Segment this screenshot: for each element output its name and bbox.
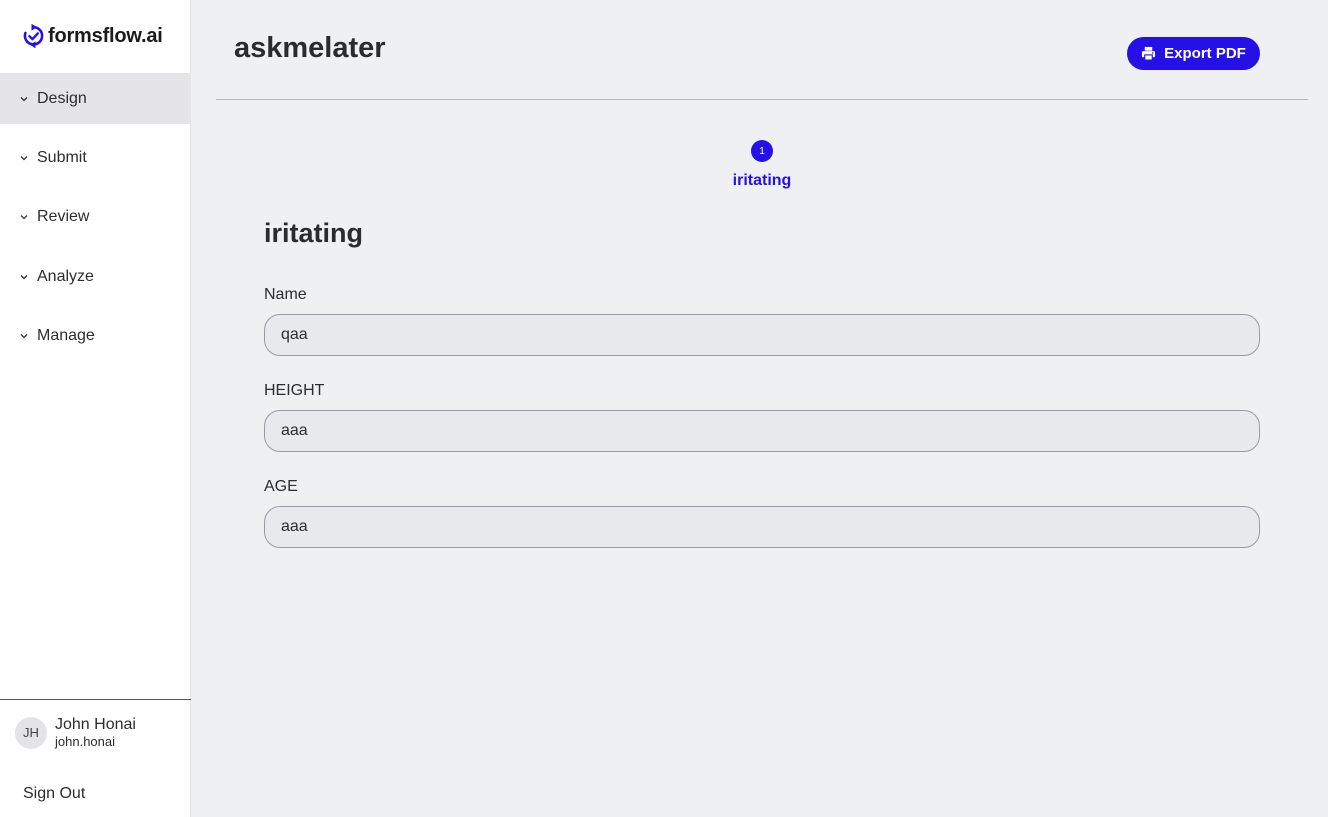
user-profile[interactable]: JH John Honai john.honai xyxy=(15,716,136,749)
age-field-label: AGE xyxy=(264,478,298,495)
user-info: John Honai john.honai xyxy=(55,716,136,749)
sidebar-item-submit[interactable]: Submit xyxy=(0,132,191,183)
chevron-down-icon xyxy=(20,273,28,281)
age-field[interactable]: aaa xyxy=(264,506,1260,548)
export-pdf-button[interactable]: Export PDF xyxy=(1127,37,1260,70)
wizard-step-label[interactable]: iritating xyxy=(712,172,812,190)
chevron-down-icon xyxy=(20,213,28,221)
export-pdf-label: Export PDF xyxy=(1164,45,1246,62)
sidebar-item-review[interactable]: Review xyxy=(0,191,191,242)
sidebar-item-design[interactable]: Design xyxy=(0,73,191,124)
name-field[interactable]: qaa xyxy=(264,314,1260,356)
chevron-down-icon xyxy=(20,332,28,340)
sidebar: formsflow.ai Design Submit Review Analyz… xyxy=(0,0,191,817)
form-panel-title: iritating xyxy=(264,218,363,248)
avatar: JH xyxy=(15,716,47,749)
sidebar-item-manage[interactable]: Manage xyxy=(0,310,191,361)
chevron-down-icon xyxy=(20,95,28,103)
sidebar-item-label: Submit xyxy=(37,148,87,166)
formsflow-logo-icon xyxy=(22,23,45,49)
height-field[interactable]: aaa xyxy=(264,410,1260,452)
page-title: askmelater xyxy=(234,32,386,64)
height-field-label: HEIGHT xyxy=(264,382,325,399)
logo[interactable]: formsflow.ai xyxy=(22,23,163,49)
logo-text: formsflow.ai xyxy=(48,24,163,47)
sidebar-item-label: Design xyxy=(37,89,87,107)
printer-icon xyxy=(1141,46,1156,61)
sign-out-link[interactable]: Sign Out xyxy=(23,785,85,803)
user-handle: john.honai xyxy=(55,734,115,749)
sidebar-item-analyze[interactable]: Analyze xyxy=(0,251,191,302)
name-field-label: Name xyxy=(264,286,307,303)
wizard-step-indicator[interactable]: 1 xyxy=(751,140,773,162)
sidebar-item-label: Analyze xyxy=(37,267,94,285)
chevron-down-icon xyxy=(20,154,28,162)
user-name: John Honai xyxy=(55,716,136,733)
sidebar-item-label: Manage xyxy=(37,326,95,344)
sidebar-item-label: Review xyxy=(37,207,90,225)
header-divider xyxy=(216,99,1308,100)
sidebar-divider xyxy=(0,699,191,700)
